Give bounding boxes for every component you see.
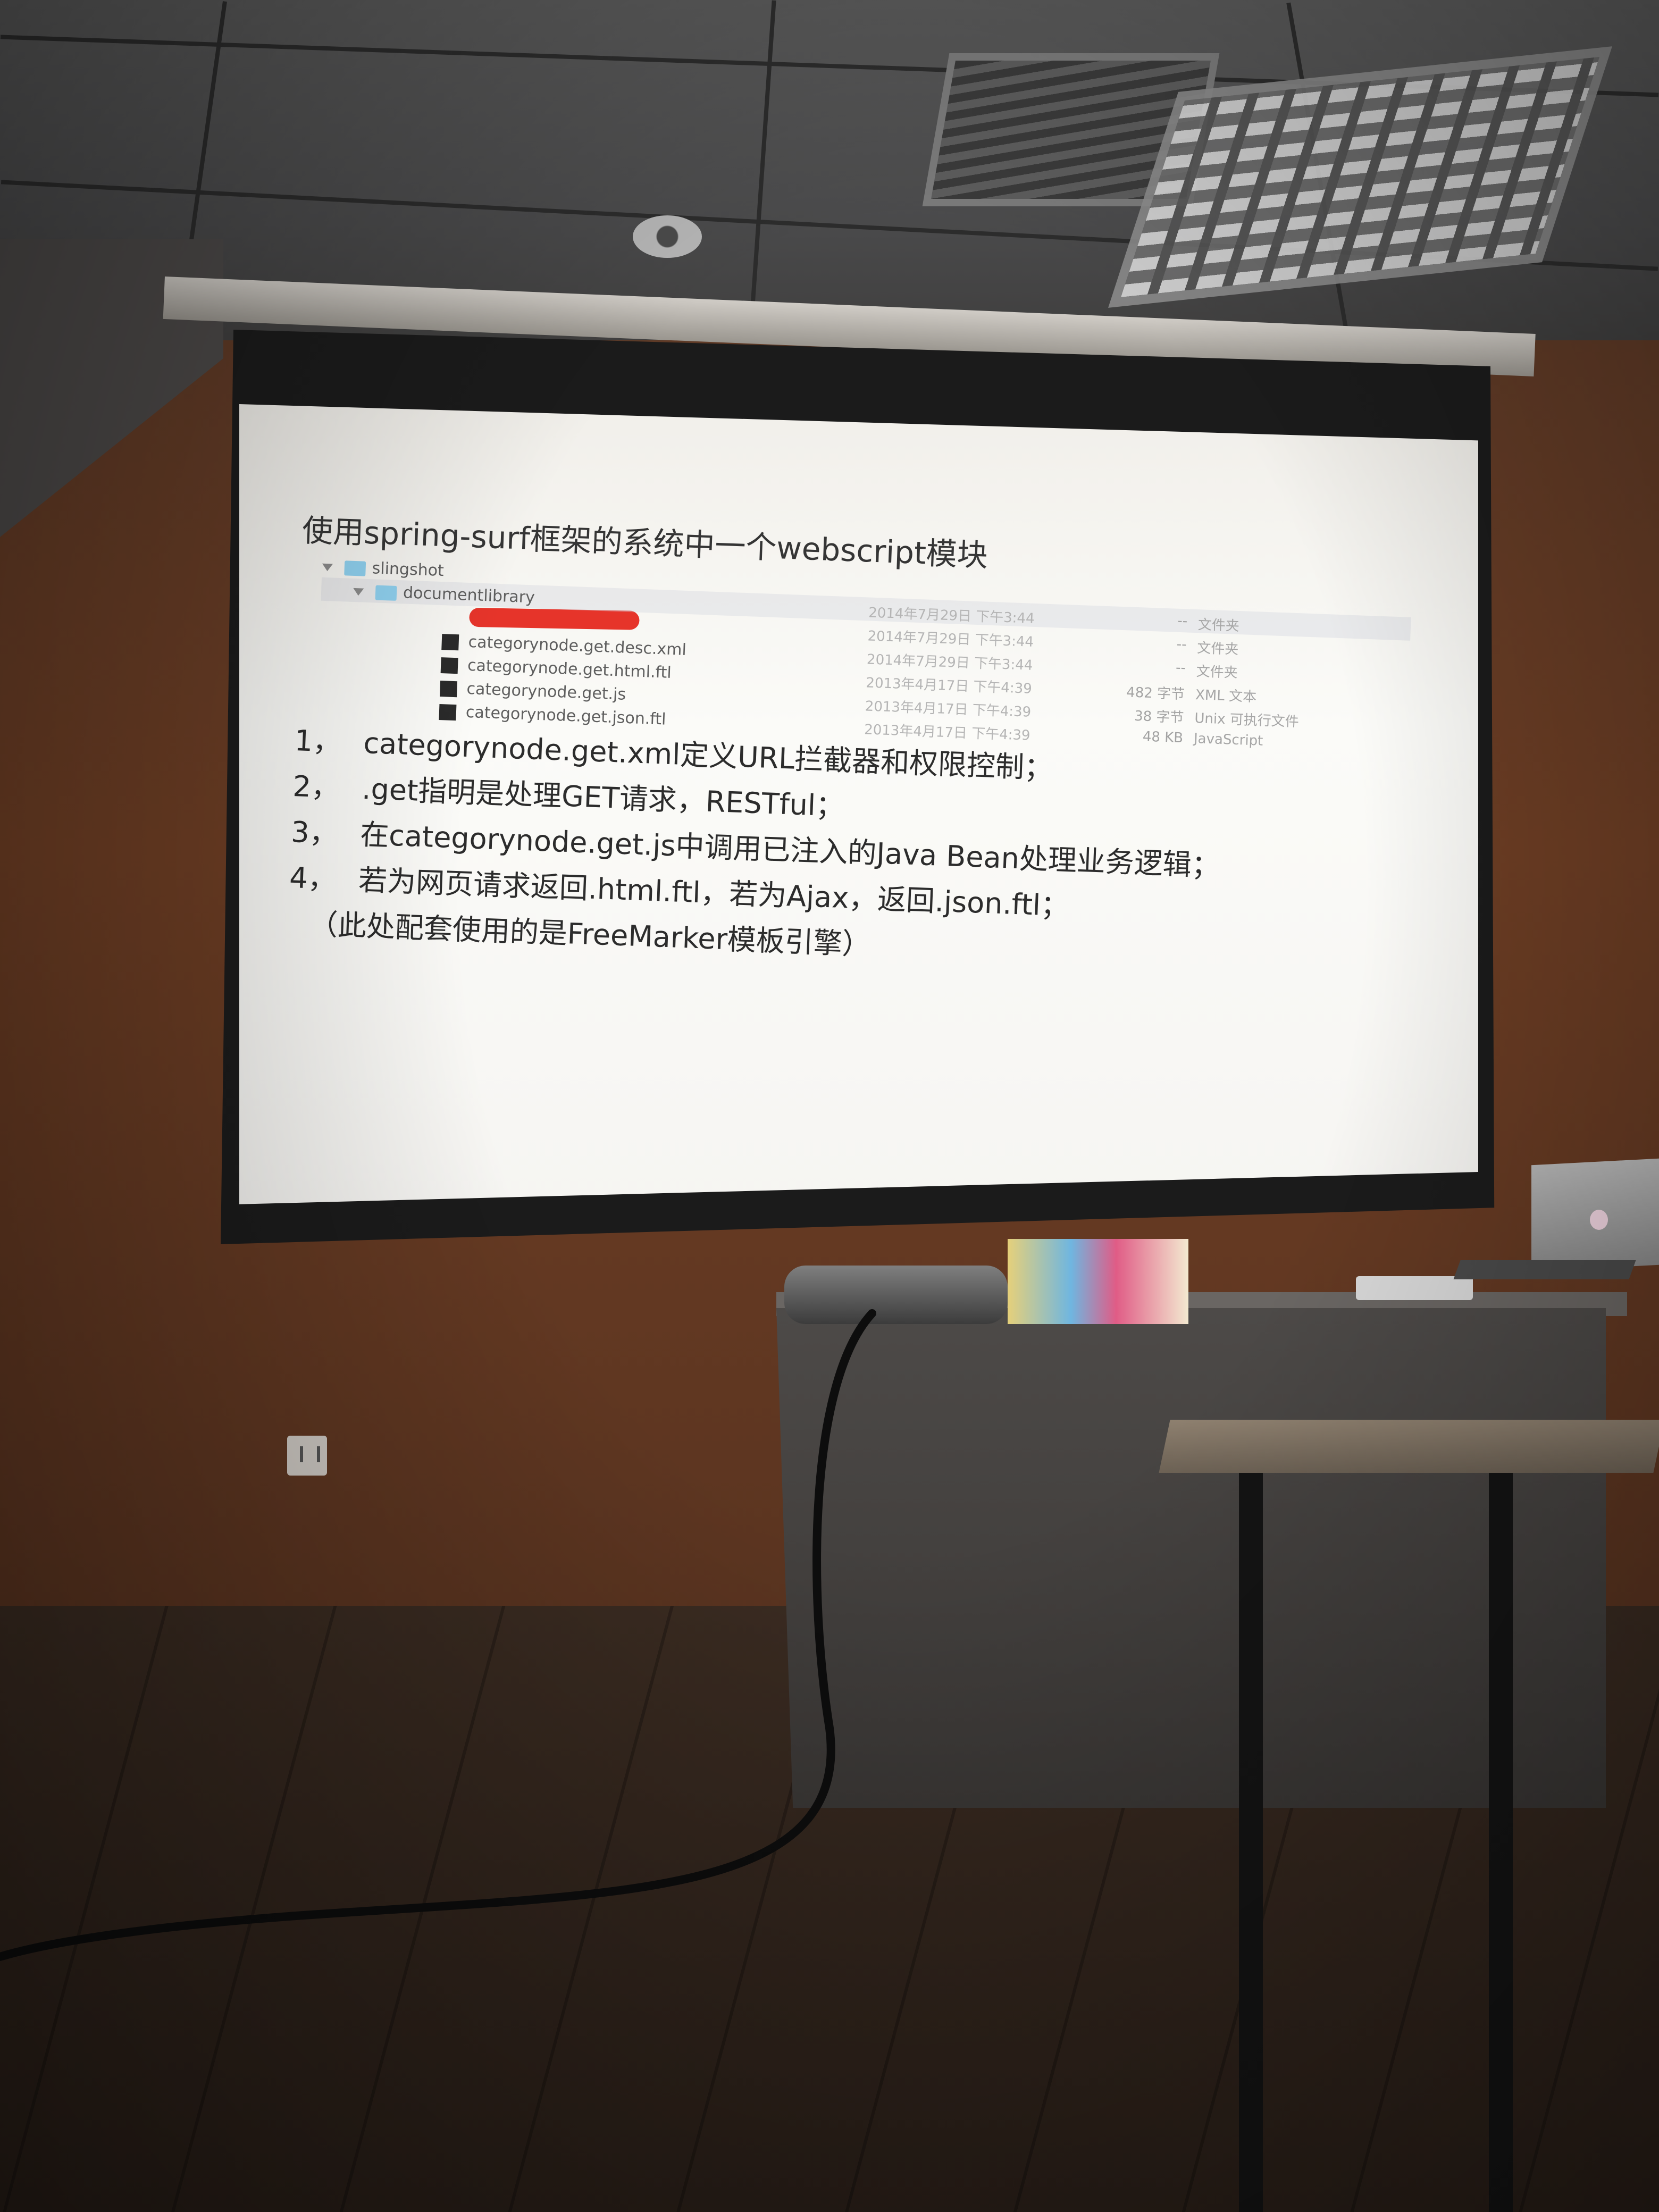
file-size: 48 KB [1142,728,1184,747]
bullet-list: 1， categorynode.get.xml定义URL拦截器和权限控制； 2， .g… [287,718,1411,987]
file-size: 38 字节 [1134,708,1184,726]
bullet-number: 1， [294,724,342,759]
bullet-number: 2， [292,769,341,805]
power-strip [1356,1276,1473,1300]
table-top [1159,1420,1659,1473]
file-icon [440,657,458,674]
file-kind: JavaScript [1193,731,1263,749]
file-kind: 文件夹 [1196,664,1238,681]
table-leg [1489,1473,1513,2212]
file-size: 482 字节 [1126,684,1185,703]
disclosure-triangle-icon [353,588,364,596]
folder-icon [344,560,366,576]
file-name-text: slingshot [372,559,445,581]
file-size [1119,588,1188,590]
drink-pack [1008,1239,1188,1324]
bullet-number: 3， [290,815,339,851]
table-leg [1239,1473,1263,2212]
file-size: -- [1177,613,1188,630]
file-name-text: documentlibrary [403,583,535,607]
file-kind: 文件夹 [1196,640,1239,658]
apple-logo-icon [1590,1210,1608,1230]
disclosure-triangle-icon [322,563,333,571]
file-size: -- [1175,659,1186,676]
smoke-detector [633,215,702,258]
slide: 使用spring-surf框架的系统中一个webscript模块 slingsh… [276,505,1467,1133]
power-outlet [287,1436,327,1476]
file-kind: 文件夹 [1197,617,1240,635]
file-icon [439,703,457,720]
podium [776,1308,1606,1808]
file-icon [440,680,458,697]
bullet-number [287,933,308,934]
laptop-base [1453,1260,1636,1279]
folder-icon [375,584,397,601]
file-kind: XML 文本 [1195,687,1257,706]
file-icon [441,633,459,650]
file-name: slingshot [322,557,444,580]
bullet-number: 4， [289,860,337,896]
file-size: -- [1176,636,1187,653]
cloth-pile [784,1266,1008,1324]
ceiling-grid-line [749,0,776,330]
